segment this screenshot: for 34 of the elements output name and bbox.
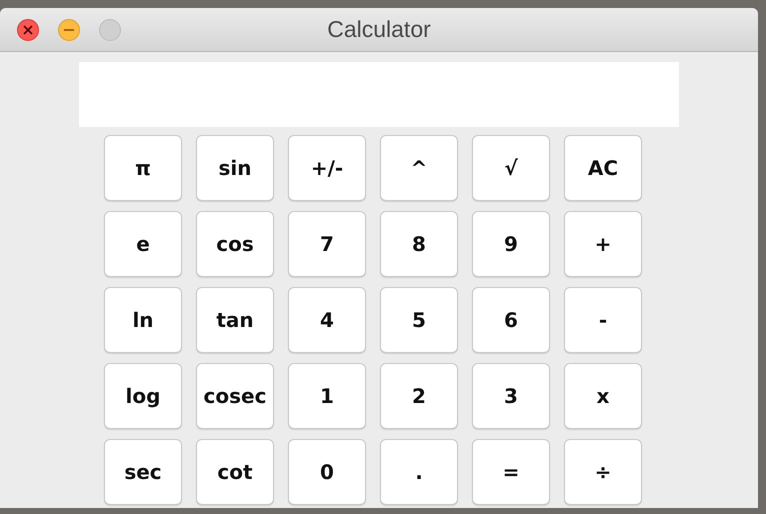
- calculator-key[interactable]: sec: [104, 439, 182, 505]
- calculator-key[interactable]: π: [104, 135, 182, 201]
- calculator-key[interactable]: 4: [288, 287, 366, 353]
- calculator-key[interactable]: +/-: [288, 135, 366, 201]
- calculator-key[interactable]: √: [472, 135, 550, 201]
- calculator-key[interactable]: ÷: [564, 439, 642, 505]
- calculator-key[interactable]: e: [104, 211, 182, 277]
- calculator-key[interactable]: x: [564, 363, 642, 429]
- calculator-key[interactable]: +: [564, 211, 642, 277]
- calculator-key[interactable]: cot: [196, 439, 274, 505]
- calculator-key[interactable]: 5: [380, 287, 458, 353]
- calculator-key[interactable]: 2: [380, 363, 458, 429]
- zoom-icon: [99, 19, 121, 41]
- calculator-key[interactable]: 1: [288, 363, 366, 429]
- calculator-key[interactable]: =: [472, 439, 550, 505]
- calculator-key[interactable]: tan: [196, 287, 274, 353]
- minimize-icon[interactable]: [58, 19, 80, 41]
- window-title: Calculator: [327, 16, 431, 43]
- calculator-key[interactable]: .: [380, 439, 458, 505]
- calculator-key[interactable]: -: [564, 287, 642, 353]
- calculator-key[interactable]: 7: [288, 211, 366, 277]
- calculator-key[interactable]: cosec: [196, 363, 274, 429]
- calculator-key[interactable]: 3: [472, 363, 550, 429]
- calculator-key[interactable]: 9: [472, 211, 550, 277]
- calculator-key[interactable]: cos: [196, 211, 274, 277]
- calculator-key[interactable]: ln: [104, 287, 182, 353]
- calculator-key[interactable]: 0: [288, 439, 366, 505]
- calculator-key[interactable]: AC: [564, 135, 642, 201]
- close-icon[interactable]: [17, 19, 39, 41]
- calculator-key[interactable]: ^: [380, 135, 458, 201]
- calculator-key[interactable]: 8: [380, 211, 458, 277]
- calculator-key[interactable]: sin: [196, 135, 274, 201]
- calculator-key[interactable]: 6: [472, 287, 550, 353]
- calculator-key[interactable]: log: [104, 363, 182, 429]
